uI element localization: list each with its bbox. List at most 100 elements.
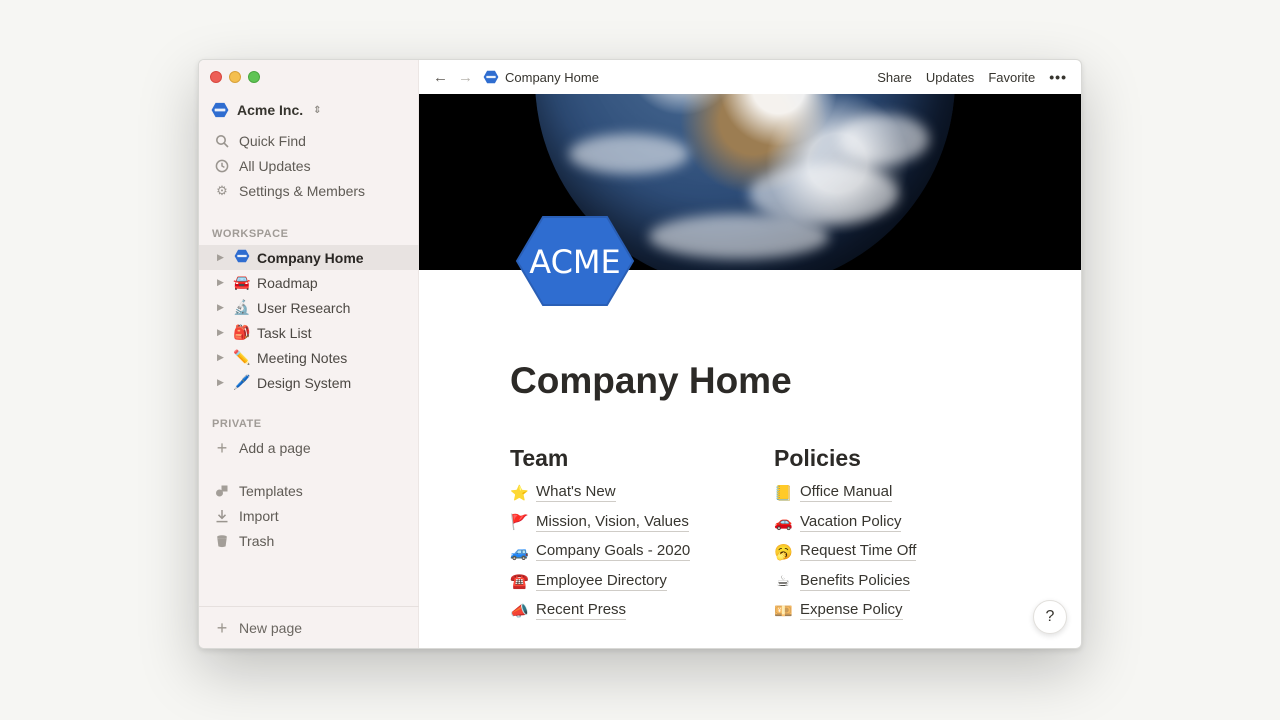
notebook-icon: 📒: [774, 484, 793, 502]
page-label: Meeting Notes: [257, 349, 348, 366]
page-label: User Research: [257, 299, 351, 316]
acme-logo-icon: [483, 70, 499, 84]
page-link-label: Benefits Policies: [800, 571, 911, 591]
cloud-shape: [649, 214, 829, 259]
page-link[interactable]: ⭐ What's New: [510, 478, 750, 508]
money-icon: 💴: [774, 602, 793, 620]
logo-text: ACME: [529, 243, 621, 281]
page-link[interactable]: 🚗 Vacation Policy: [774, 508, 1014, 538]
page-link[interactable]: 🥱 Request Time Off: [774, 537, 1014, 567]
chevron-updown-icon: ⇕: [313, 104, 322, 116]
sidebar-item-label: Templates: [239, 482, 303, 499]
sidebar-page-user-research[interactable]: ▶ 🔬 User Research: [199, 295, 419, 320]
close-window-button[interactable]: [210, 71, 222, 83]
more-options-button[interactable]: •••: [1049, 69, 1067, 85]
templates-icon: [215, 484, 229, 498]
sidebar-item-templates[interactable]: Templates: [199, 478, 419, 503]
microscope-icon: 🔬: [233, 299, 251, 315]
car-icon: 🚙: [510, 543, 529, 561]
page-link-label: Mission, Vision, Values: [536, 512, 689, 532]
page-link[interactable]: 📒 Office Manual: [774, 478, 1014, 508]
sidebar-item-label: Trash: [239, 532, 275, 549]
sidebar-page-design-system[interactable]: ▶ 🖊️ Design System: [199, 370, 419, 395]
breadcrumb[interactable]: Company Home: [483, 70, 599, 85]
telephone-icon: ☎️: [510, 573, 529, 591]
sidebar-page-task-list[interactable]: ▶ 🎒 Task List: [199, 320, 419, 345]
page-link-label: Vacation Policy: [800, 512, 902, 532]
sidebar-item-settings[interactable]: ⚙ Settings & Members: [199, 178, 419, 203]
page-link[interactable]: 📣 Recent Press: [510, 596, 750, 626]
forward-arrow-icon[interactable]: →: [458, 69, 473, 86]
trash-icon: [215, 534, 229, 548]
sidebar-page-roadmap[interactable]: ▶ 🚘 Roadmap: [199, 270, 419, 295]
zoom-window-button[interactable]: [248, 71, 260, 83]
clock-icon: [215, 159, 229, 173]
sidebar-page-meeting-notes[interactable]: ▶ ✏️ Meeting Notes: [199, 345, 419, 370]
page-label: Roadmap: [257, 274, 318, 291]
sidebar-item-import[interactable]: Import: [199, 503, 419, 528]
page-link-label: Expense Policy: [800, 601, 903, 621]
sidebar-bottom: Templates Import Trash: [199, 478, 419, 553]
app-window: Acme Inc. ⇕ Quick Find All Updates ⚙ Set…: [198, 59, 1082, 649]
sidebar-item-label: Import: [239, 507, 279, 524]
sidebar-page-company-home[interactable]: ▶ Company Home: [199, 245, 419, 270]
plus-icon: +: [216, 617, 228, 638]
page-link[interactable]: 🚙 Company Goals - 2020: [510, 537, 750, 567]
back-arrow-icon[interactable]: ←: [433, 69, 448, 86]
gear-icon: ⚙: [216, 182, 228, 198]
updates-button[interactable]: Updates: [926, 70, 974, 85]
sidebar-item-label: Settings & Members: [239, 182, 366, 199]
cloud-shape: [569, 134, 689, 174]
page-link[interactable]: ☎️ Employee Directory: [510, 567, 750, 597]
topbar-actions: Share Updates Favorite •••: [877, 69, 1067, 85]
cloud-shape: [839, 114, 929, 164]
acme-logo-icon: [211, 102, 229, 118]
help-button[interactable]: ?: [1033, 600, 1067, 634]
page-acme-logo-icon[interactable]: ACME: [515, 215, 635, 307]
sidebar-item-label: Quick Find: [239, 132, 306, 149]
section-label-workspace: WORKSPACE: [212, 228, 289, 240]
page-label: Task List: [257, 324, 312, 341]
page-link-label: Recent Press: [536, 601, 627, 621]
breadcrumb-label: Company Home: [505, 69, 599, 85]
sidebar: Acme Inc. ⇕ Quick Find All Updates ⚙ Set…: [199, 60, 419, 648]
expand-triangle-icon[interactable]: ▶: [217, 352, 227, 363]
expand-triangle-icon[interactable]: ▶: [217, 377, 227, 388]
topbar: ← → Company Home Share Updates Favorite …: [419, 60, 1081, 94]
new-page-button[interactable]: + New page: [199, 606, 419, 648]
team-heading: Team: [510, 445, 569, 471]
expand-triangle-icon[interactable]: ▶: [217, 252, 227, 263]
acme-logo-icon: [233, 249, 251, 266]
section-label-private: PRIVATE: [212, 418, 262, 430]
workspace-switcher[interactable]: Acme Inc. ⇕: [211, 102, 322, 118]
sidebar-item-quick-find[interactable]: Quick Find: [199, 128, 419, 153]
minimize-window-button[interactable]: [229, 71, 241, 83]
page-link[interactable]: 💴 Expense Policy: [774, 596, 1014, 626]
sidebar-nav: Quick Find All Updates ⚙ Settings & Memb…: [199, 128, 419, 203]
page-link[interactable]: 🚩 Mission, Vision, Values: [510, 508, 750, 538]
pencil-icon: ✏️: [233, 349, 251, 365]
sidebar-item-trash[interactable]: Trash: [199, 528, 419, 553]
favorite-button[interactable]: Favorite: [988, 70, 1035, 85]
add-page-label: Add a page: [239, 439, 311, 456]
add-page-button[interactable]: + Add a page: [199, 435, 419, 460]
plus-icon: +: [216, 437, 228, 458]
expand-triangle-icon[interactable]: ▶: [217, 302, 227, 313]
policies-column: Policies 📒 Office Manual 🚗 Vacation Poli…: [774, 445, 1014, 626]
expand-triangle-icon[interactable]: ▶: [217, 327, 227, 338]
page-link-label: Company Goals - 2020: [536, 542, 691, 562]
policies-heading: Policies: [774, 445, 861, 471]
page-link-label: Request Time Off: [800, 542, 917, 562]
workspace-name: Acme Inc.: [237, 102, 304, 118]
sidebar-item-all-updates[interactable]: All Updates: [199, 153, 419, 178]
page-title[interactable]: Company Home: [510, 360, 792, 402]
expand-triangle-icon[interactable]: ▶: [217, 277, 227, 288]
pen-icon: 🖊️: [233, 374, 251, 390]
megaphone-icon: 📣: [510, 602, 529, 620]
page-label: Design System: [257, 374, 352, 391]
backpack-icon: 🎒: [233, 324, 251, 340]
page-link[interactable]: ☕ Benefits Policies: [774, 567, 1014, 597]
team-column: Team ⭐ What's New 🚩 Mission, Vision, Val…: [510, 445, 750, 626]
download-icon: [215, 509, 229, 523]
share-button[interactable]: Share: [877, 70, 912, 85]
